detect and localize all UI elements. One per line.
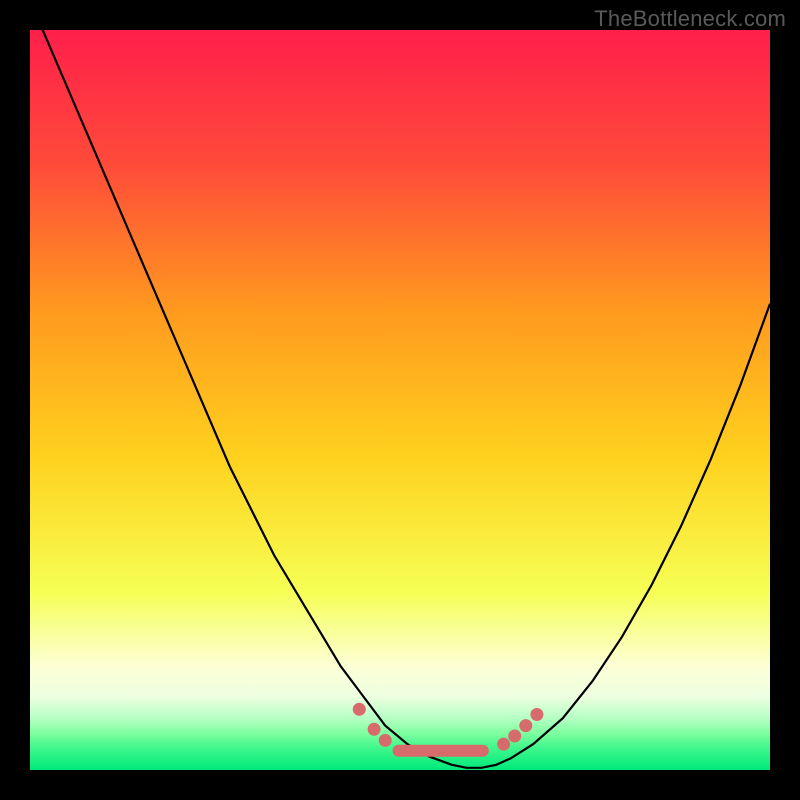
curve-markers <box>353 703 544 751</box>
curve-marker-dot <box>379 734 392 747</box>
plot-area <box>30 30 770 770</box>
curve-marker-dot <box>368 723 381 736</box>
curve-marker-dot <box>497 738 510 751</box>
curve-marker-dot <box>519 719 532 732</box>
chart-svg <box>30 30 770 770</box>
curve-marker-dot <box>530 708 543 721</box>
attribution-text: TheBottleneck.com <box>594 6 786 32</box>
flat-bar <box>393 745 489 757</box>
bottleneck-curve <box>30 30 770 768</box>
chart-frame: TheBottleneck.com <box>0 0 800 800</box>
curve-marker-dot <box>353 703 366 716</box>
flat-bottom-segment <box>393 745 489 757</box>
curve-marker-dot <box>508 730 521 743</box>
